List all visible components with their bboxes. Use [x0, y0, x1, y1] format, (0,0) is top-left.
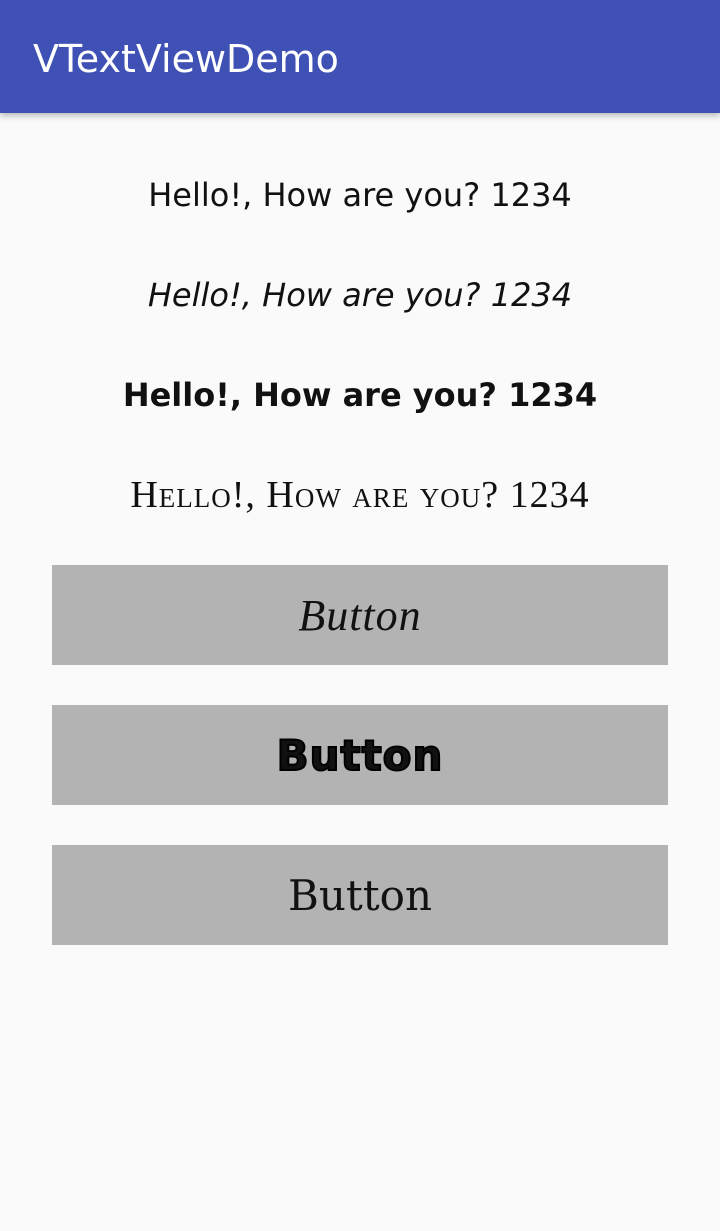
- button-script-label: Button: [298, 590, 422, 640]
- button-bubble[interactable]: Button: [52, 705, 668, 805]
- button-bubble-label: Button: [276, 730, 444, 781]
- app-bar: VTextViewDemo: [0, 0, 720, 113]
- button-curly[interactable]: Button: [52, 845, 668, 945]
- text-italic: Hello!, How are you? 1234: [147, 276, 573, 314]
- text-small-caps: Hello!, How are you? 1234: [130, 474, 590, 516]
- button-curly-label: Button: [287, 870, 432, 920]
- app-title: VTextViewDemo: [33, 37, 339, 81]
- text-bold: Hello!, How are you? 1234: [122, 376, 598, 414]
- text-regular: Hello!, How are you? 1234: [148, 176, 572, 214]
- button-script[interactable]: Button: [52, 565, 668, 665]
- main-content: Hello!, How are you? 1234 Hello!, How ar…: [0, 113, 720, 1231]
